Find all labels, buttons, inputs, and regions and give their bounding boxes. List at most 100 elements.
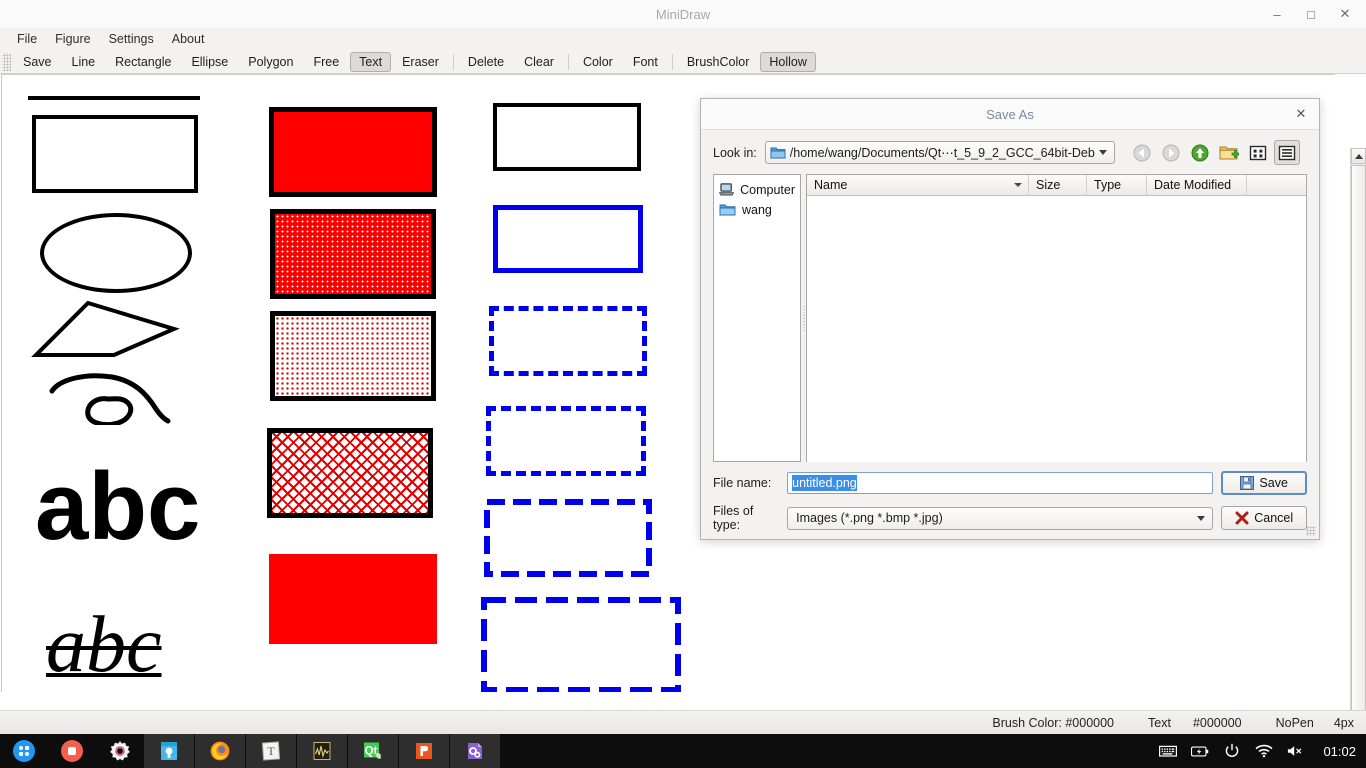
menu-settings[interactable]: Settings [100,30,163,48]
menu-figure[interactable]: Figure [46,30,99,48]
cancel-button[interactable]: Cancel [1221,506,1307,530]
new-folder-button[interactable] [1216,140,1242,165]
file-list-rows[interactable] [807,196,1306,462]
task-qt-creator[interactable]: Qt [348,734,399,768]
main-toolbar: Save Line Rectangle Ellipse Polygon Free… [0,50,1366,74]
shape-rectangle-black-hollow[interactable] [32,115,198,193]
canvas-vertical-scrollbar[interactable] [1350,148,1366,766]
forward-button[interactable] [1158,140,1184,165]
config-icon [464,740,486,762]
task-text-editor[interactable]: T [246,734,297,768]
folder-icon [719,203,736,217]
task-presentation[interactable] [399,734,450,768]
task-config-editor[interactable] [450,734,501,768]
settings-button[interactable] [96,734,144,768]
sort-descending-icon [1014,183,1022,187]
tool-hollow[interactable]: Hollow [760,52,816,72]
shape-rect-blue-dashdotdot[interactable] [481,597,681,692]
vertical-scroll-thumb[interactable] [1351,165,1366,735]
tool-eraser[interactable]: Eraser [393,52,448,72]
file-manager-icon [158,740,180,762]
shape-freehand-black[interactable] [38,365,178,425]
volume-mute-icon[interactable] [1287,742,1305,760]
file-type-value: Images (*.png *.bmp *.jpg) [796,511,1193,525]
shape-rect-blue-dashdot[interactable] [484,499,652,577]
column-header-date[interactable]: Date Modified [1147,175,1247,195]
list-view-button[interactable] [1245,140,1271,165]
menu-about[interactable]: About [163,30,214,48]
tool-polygon[interactable]: Polygon [239,52,302,72]
tool-save[interactable]: Save [14,52,61,72]
tool-line[interactable]: Line [63,52,105,72]
dialog-close-icon[interactable]: ✕ [1291,104,1311,124]
window-title: MiniDraw [0,7,1366,22]
tool-free[interactable]: Free [304,52,348,72]
tool-color[interactable]: Color [574,52,622,72]
toolbar-grip[interactable] [2,53,11,71]
file-name-label: File name: [713,476,779,490]
forward-icon [1162,144,1180,162]
file-list[interactable]: Name Size Type Date Modified [806,174,1307,462]
close-button[interactable]: ✕ [1330,2,1360,26]
maximize-button[interactable]: □ [1296,2,1326,26]
file-name-input[interactable]: untitled.png [787,472,1213,494]
tool-delete[interactable]: Delete [459,52,513,72]
shape-rect-red-filled-nopen[interactable] [269,554,437,644]
shape-rect-blue-dotted[interactable] [486,406,646,476]
tool-ellipse[interactable]: Ellipse [182,52,237,72]
battery-icon[interactable] [1191,742,1209,760]
new-folder-icon [1219,144,1239,162]
shape-rect-red-solid-1[interactable] [269,107,437,197]
shape-rect-blue-solid-outline[interactable] [493,205,643,273]
status-brush-color: Brush Color: #000000 [992,716,1114,730]
task-file-manager[interactable] [144,734,195,768]
tool-brushcolor[interactable]: BrushColor [678,52,759,72]
detail-view-icon [1278,144,1296,162]
task-system-monitor[interactable] [297,734,348,768]
power-icon[interactable] [1223,742,1241,760]
parent-directory-button[interactable] [1187,140,1213,165]
shape-rect-black-outline[interactable] [493,103,641,171]
keyboard-icon[interactable] [1159,742,1177,760]
taskbar-clock[interactable]: 01:02 [1323,744,1356,759]
sidebar-item-wang[interactable]: wang [714,200,800,220]
list-view-icon [1249,144,1267,162]
shape-text-bold-abc[interactable]: abc [35,459,200,555]
file-type-combobox[interactable]: Images (*.png *.bmp *.jpg) [787,507,1213,530]
record-button[interactable] [48,734,96,768]
path-combobox[interactable]: /home/wang/Documents/Qt⋯t_5_9_2_GCC_64bi… [765,141,1115,164]
tool-text[interactable]: Text [350,52,391,72]
shape-ellipse-black-hollow[interactable] [40,213,192,293]
task-firefox[interactable] [195,734,246,768]
places-sidebar[interactable]: Computer wang [713,174,801,462]
detail-view-button[interactable] [1274,140,1300,165]
shape-rect-red-sparse-dots[interactable] [270,311,436,401]
dialog-resize-grip[interactable] [1306,526,1316,536]
apps-menu-button[interactable] [0,734,48,768]
minimize-button[interactable]: – [1262,2,1292,26]
shape-text-italic-abc[interactable]: abc [46,605,162,685]
shape-rect-blue-dashed[interactable] [489,306,647,376]
back-button[interactable] [1129,140,1155,165]
menu-file[interactable]: File [8,30,46,48]
tool-rectangle[interactable]: Rectangle [106,52,180,72]
wifi-icon[interactable] [1255,742,1273,760]
column-header-filler [1247,175,1306,195]
shape-line-black[interactable] [28,96,200,100]
status-pen-width: 4px [1334,716,1354,730]
tool-font[interactable]: Font [624,52,667,72]
cancel-x-icon [1235,511,1249,525]
shape-polygon-black[interactable] [26,293,206,369]
scroll-up-button[interactable] [1351,148,1366,164]
shape-rect-red-dense-dots[interactable] [270,209,436,299]
column-header-type[interactable]: Type [1087,175,1147,195]
tool-clear[interactable]: Clear [515,52,563,72]
sidebar-label-computer: Computer [740,183,795,197]
record-icon [60,739,84,763]
computer-icon [719,182,734,197]
column-header-name[interactable]: Name [807,175,1029,195]
column-header-size[interactable]: Size [1029,175,1087,195]
shape-rect-red-crosshatch[interactable] [267,428,433,518]
sidebar-item-computer[interactable]: Computer [714,179,800,200]
save-button[interactable]: Save [1221,471,1307,495]
